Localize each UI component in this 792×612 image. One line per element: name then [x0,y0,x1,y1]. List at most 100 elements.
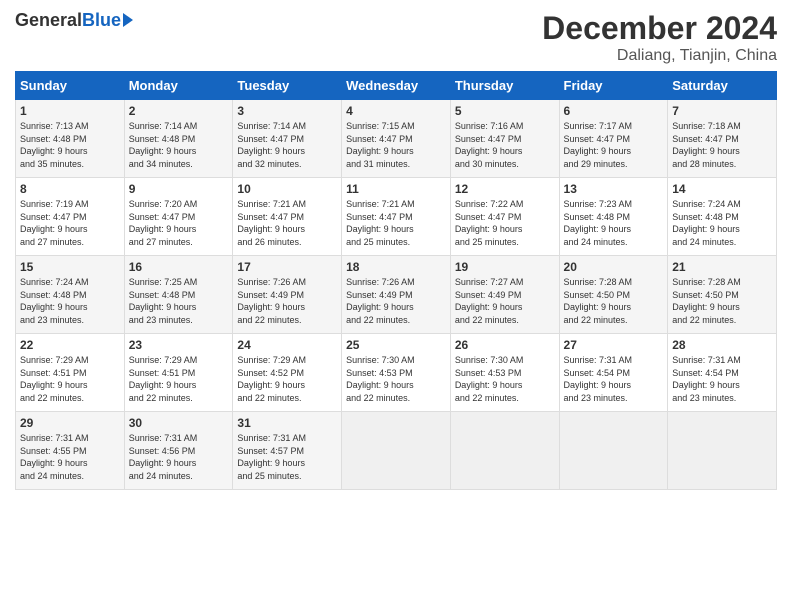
day-info: Sunrise: 7:24 AM Sunset: 4:48 PM Dayligh… [672,198,772,248]
day-cell: 6 Sunrise: 7:17 AM Sunset: 4:47 PM Daylig… [559,100,668,178]
week-row-2: 8Sunrise: 7:19 AM Sunset: 4:47 PM Daylig… [16,178,777,256]
day-cell [450,412,559,490]
day-cell: 9 Sunrise: 7:20 AM Sunset: 4:47 PM Daylig… [124,178,233,256]
day-number: 7 [672,104,772,118]
day-number: 9 [129,182,229,196]
day-info: Sunrise: 7:31 AM Sunset: 4:54 PM Dayligh… [564,354,664,404]
day-number: 29 [20,416,120,430]
logo-blue-text: Blue [82,10,121,31]
calendar-container: General Blue December 2024 Daliang, Tian… [0,0,792,500]
day-info: Sunrise: 7:15 AM Sunset: 4:47 PM Dayligh… [346,120,446,170]
day-number: 21 [672,260,772,274]
day-info: Sunrise: 7:18 AM Sunset: 4:47 PM Dayligh… [672,120,772,170]
day-cell [668,412,777,490]
week-row-5: 29 Sunrise: 7:31 AM Sunset: 4:55 PM Dayli… [16,412,777,490]
day-cell: 1Sunrise: 7:13 AM Sunset: 4:48 PM Daylig… [16,100,125,178]
day-number: 14 [672,182,772,196]
col-tuesday: Tuesday [233,72,342,100]
day-info: Sunrise: 7:14 AM Sunset: 4:48 PM Dayligh… [129,120,229,170]
month-title: December 2024 [542,10,777,47]
logo: General Blue [15,10,133,31]
day-number: 3 [237,104,337,118]
col-saturday: Saturday [668,72,777,100]
day-cell: 16Sunrise: 7:25 AM Sunset: 4:48 PM Dayli… [124,256,233,334]
day-cell: 20 Sunrise: 7:28 AM Sunset: 4:50 PM Dayli… [559,256,668,334]
header-row: Sunday Monday Tuesday Wednesday Thursday… [16,72,777,100]
day-info: Sunrise: 7:14 AM Sunset: 4:47 PM Dayligh… [237,120,337,170]
day-cell: 4 Sunrise: 7:15 AM Sunset: 4:47 PM Daylig… [342,100,451,178]
day-number: 27 [564,338,664,352]
day-cell: 30 Sunrise: 7:31 AM Sunset: 4:56 PM Dayli… [124,412,233,490]
day-number: 5 [455,104,555,118]
day-info: Sunrise: 7:21 AM Sunset: 4:47 PM Dayligh… [346,198,446,248]
day-number: 18 [346,260,446,274]
day-cell: 15 Sunrise: 7:24 AM Sunset: 4:48 PM Dayli… [16,256,125,334]
day-info: Sunrise: 7:24 AM Sunset: 4:48 PM Dayligh… [20,276,120,326]
day-cell: 14 Sunrise: 7:24 AM Sunset: 4:48 PM Dayli… [668,178,777,256]
day-info: Sunrise: 7:29 AM Sunset: 4:51 PM Dayligh… [20,354,120,404]
title-block: December 2024 Daliang, Tianjin, China [542,10,777,65]
day-info: Sunrise: 7:29 AM Sunset: 4:52 PM Dayligh… [237,354,337,404]
day-number: 10 [237,182,337,196]
day-number: 22 [20,338,120,352]
day-info: Sunrise: 7:20 AM Sunset: 4:47 PM Dayligh… [129,198,229,248]
day-cell: 21 Sunrise: 7:28 AM Sunset: 4:50 PM Dayli… [668,256,777,334]
day-number: 15 [20,260,120,274]
day-info: Sunrise: 7:31 AM Sunset: 4:56 PM Dayligh… [129,432,229,482]
day-info: Sunrise: 7:28 AM Sunset: 4:50 PM Dayligh… [672,276,772,326]
header: General Blue December 2024 Daliang, Tian… [15,10,777,65]
day-cell: 19 Sunrise: 7:27 AM Sunset: 4:49 PM Dayli… [450,256,559,334]
day-cell: 25 Sunrise: 7:30 AM Sunset: 4:53 PM Dayli… [342,334,451,412]
day-number: 28 [672,338,772,352]
day-info: Sunrise: 7:22 AM Sunset: 4:47 PM Dayligh… [455,198,555,248]
location-title: Daliang, Tianjin, China [542,47,777,65]
day-cell: 12Sunrise: 7:22 AM Sunset: 4:47 PM Dayli… [450,178,559,256]
day-cell: 29 Sunrise: 7:31 AM Sunset: 4:55 PM Dayli… [16,412,125,490]
day-number: 2 [129,104,229,118]
day-cell [559,412,668,490]
day-cell: 5Sunrise: 7:16 AM Sunset: 4:47 PM Daylig… [450,100,559,178]
day-number: 19 [455,260,555,274]
day-cell: 13Sunrise: 7:23 AM Sunset: 4:48 PM Dayli… [559,178,668,256]
day-number: 30 [129,416,229,430]
day-info: Sunrise: 7:17 AM Sunset: 4:47 PM Dayligh… [564,120,664,170]
day-info: Sunrise: 7:21 AM Sunset: 4:47 PM Dayligh… [237,198,337,248]
day-info: Sunrise: 7:31 AM Sunset: 4:55 PM Dayligh… [20,432,120,482]
calendar-table: Sunday Monday Tuesday Wednesday Thursday… [15,71,777,490]
day-number: 23 [129,338,229,352]
day-number: 17 [237,260,337,274]
day-cell: 18Sunrise: 7:26 AM Sunset: 4:49 PM Dayli… [342,256,451,334]
day-cell: 7 Sunrise: 7:18 AM Sunset: 4:47 PM Daylig… [668,100,777,178]
day-cell: 2 Sunrise: 7:14 AM Sunset: 4:48 PM Daylig… [124,100,233,178]
day-cell: 22 Sunrise: 7:29 AM Sunset: 4:51 PM Dayli… [16,334,125,412]
day-number: 25 [346,338,446,352]
day-info: Sunrise: 7:26 AM Sunset: 4:49 PM Dayligh… [237,276,337,326]
day-info: Sunrise: 7:25 AM Sunset: 4:48 PM Dayligh… [129,276,229,326]
day-number: 26 [455,338,555,352]
day-number: 20 [564,260,664,274]
day-info: Sunrise: 7:30 AM Sunset: 4:53 PM Dayligh… [346,354,446,404]
day-cell: 26 Sunrise: 7:30 AM Sunset: 4:53 PM Dayli… [450,334,559,412]
day-info: Sunrise: 7:31 AM Sunset: 4:57 PM Dayligh… [237,432,337,482]
day-cell: 10 Sunrise: 7:21 AM Sunset: 4:47 PM Dayli… [233,178,342,256]
col-wednesday: Wednesday [342,72,451,100]
day-cell: 24Sunrise: 7:29 AM Sunset: 4:52 PM Dayli… [233,334,342,412]
day-number: 1 [20,104,120,118]
day-info: Sunrise: 7:28 AM Sunset: 4:50 PM Dayligh… [564,276,664,326]
logo-general-text: General [15,10,82,31]
day-number: 6 [564,104,664,118]
logo-arrow-icon [123,13,133,27]
day-number: 4 [346,104,446,118]
day-cell: 11Sunrise: 7:21 AM Sunset: 4:47 PM Dayli… [342,178,451,256]
day-info: Sunrise: 7:30 AM Sunset: 4:53 PM Dayligh… [455,354,555,404]
day-info: Sunrise: 7:27 AM Sunset: 4:49 PM Dayligh… [455,276,555,326]
day-info: Sunrise: 7:31 AM Sunset: 4:54 PM Dayligh… [672,354,772,404]
day-info: Sunrise: 7:23 AM Sunset: 4:48 PM Dayligh… [564,198,664,248]
day-cell [342,412,451,490]
day-cell: 28 Sunrise: 7:31 AM Sunset: 4:54 PM Dayli… [668,334,777,412]
day-cell: 3 Sunrise: 7:14 AM Sunset: 4:47 PM Daylig… [233,100,342,178]
col-monday: Monday [124,72,233,100]
day-cell: 17 Sunrise: 7:26 AM Sunset: 4:49 PM Dayli… [233,256,342,334]
col-friday: Friday [559,72,668,100]
week-row-1: 1Sunrise: 7:13 AM Sunset: 4:48 PM Daylig… [16,100,777,178]
